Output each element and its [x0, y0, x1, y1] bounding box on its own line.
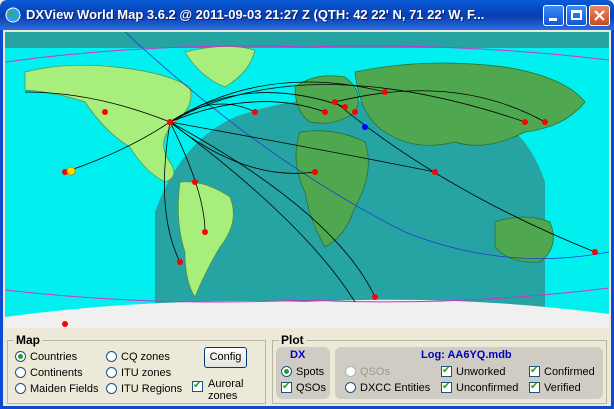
- minimize-button[interactable]: [543, 5, 564, 26]
- dx-spot: [542, 119, 548, 125]
- dx-spot: [332, 99, 338, 105]
- dx-panel-title: DX: [290, 349, 306, 361]
- minimize-icon: [549, 18, 557, 21]
- plot-group-title: Plot: [279, 333, 306, 347]
- checkbox-unconfirmed[interactable]: Unconfirmed: [441, 381, 518, 394]
- radio-continents[interactable]: Continents: [15, 367, 83, 379]
- radio-countries[interactable]: Countries: [15, 351, 77, 363]
- auroral-zones-checkbox[interactable]: [192, 380, 207, 393]
- checkbox-unworked[interactable]: Unworked: [441, 365, 506, 378]
- dx-spot: [192, 179, 198, 185]
- dx-spot: [312, 169, 318, 175]
- radio-icon: [106, 367, 117, 378]
- radio-icon: [15, 383, 26, 394]
- land-greenland: [184, 46, 256, 88]
- radio-disabled-icon: [345, 366, 356, 377]
- radio-itu-zones[interactable]: ITU zones: [106, 367, 171, 379]
- checkbox-confirmed[interactable]: Confirmed: [529, 365, 595, 378]
- dx-spot: [102, 109, 108, 115]
- dx-spot: [382, 89, 388, 95]
- land-asia: [354, 62, 586, 146]
- dx-spot: [62, 321, 68, 327]
- maximize-icon: [571, 10, 582, 20]
- dx-spot: [342, 104, 348, 110]
- radio-maiden-fields[interactable]: Maiden Fields: [15, 383, 98, 395]
- checkbox-checked-icon: [192, 380, 203, 392]
- globe-icon[interactable]: [5, 7, 21, 23]
- radio-icon: [106, 383, 117, 394]
- checkbox-checked-icon: [529, 365, 540, 377]
- maximize-button[interactable]: [566, 5, 587, 26]
- radio-icon: [15, 367, 26, 378]
- radio-log-qsos[interactable]: QSOs: [345, 366, 390, 378]
- dx-spot: [167, 119, 173, 125]
- radio-selected-icon: [15, 351, 26, 362]
- radio-dxcc-entities[interactable]: DXCC Entities: [345, 382, 430, 394]
- checkbox-checked-icon: [441, 381, 452, 393]
- radio-icon: [345, 382, 356, 393]
- log-panel-title: Log: AA6YQ.mdb: [421, 349, 512, 361]
- land-north-america: [24, 65, 192, 183]
- radio-icon: [106, 351, 117, 362]
- dx-spot: [522, 119, 528, 125]
- sun-marker: [66, 166, 76, 176]
- world-map-canvas[interactable]: [5, 32, 609, 328]
- dx-spot: [322, 109, 328, 115]
- radio-selected-icon: [281, 366, 292, 377]
- world-map[interactable]: [5, 32, 609, 328]
- auroral-zone-north: [5, 45, 609, 63]
- dx-spot: [432, 169, 438, 175]
- window-title: DXView World Map 3.6.2 @ 2011-09-03 21:2…: [26, 7, 485, 22]
- close-button[interactable]: [589, 5, 610, 26]
- dx-spot: [372, 294, 378, 300]
- auroral-zones-label: Auroral zones: [208, 378, 244, 402]
- dx-spot: [592, 249, 598, 255]
- radio-dx-spots[interactable]: Spots: [281, 366, 324, 378]
- checkbox-checked-icon: [281, 381, 292, 393]
- config-button[interactable]: Config: [204, 347, 247, 368]
- map-group-title: Map: [14, 333, 42, 347]
- checkbox-dx-qsos[interactable]: QSOs: [281, 381, 326, 394]
- dx-spot: [202, 229, 208, 235]
- qth-marker: [362, 124, 368, 130]
- checkbox-verified[interactable]: Verified: [529, 381, 581, 394]
- dx-spot: [177, 259, 183, 265]
- night-region-top: [5, 32, 609, 48]
- close-icon: [594, 10, 605, 21]
- checkbox-checked-icon: [529, 381, 540, 393]
- checkbox-checked-icon: [441, 365, 452, 377]
- radio-itu-regions[interactable]: ITU Regions: [106, 383, 182, 395]
- dx-spot: [252, 109, 258, 115]
- dx-spot: [352, 109, 358, 115]
- radio-cq-zones[interactable]: CQ zones: [106, 351, 170, 363]
- title-bar[interactable]: DXView World Map 3.6.2 @ 2011-09-03 21:2…: [0, 0, 614, 30]
